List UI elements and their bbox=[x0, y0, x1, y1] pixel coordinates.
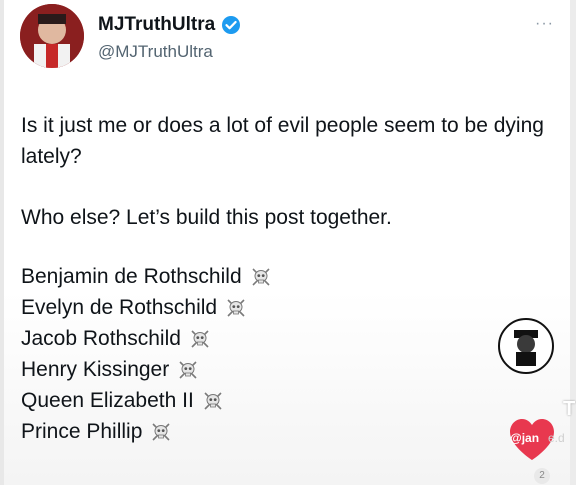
skull-crossbones-icon bbox=[250, 266, 272, 288]
skull-crossbones-icon bbox=[202, 390, 224, 412]
watermark-handle: @jan bbox=[510, 431, 540, 445]
overlay-avatar-image bbox=[501, 321, 551, 371]
more-options-icon[interactable]: ··· bbox=[535, 16, 554, 32]
skull-crossbones-icon bbox=[150, 421, 172, 443]
tweet-screenshot: MJTruthUltra @MJTruthUltra ··· Is it jus… bbox=[0, 0, 576, 485]
list-item: Evelyn de Rothschild bbox=[21, 292, 556, 323]
list-item: Prince Phillip bbox=[21, 416, 556, 447]
tweet-paragraph-call-to-action: Who else? Let’s build this post together… bbox=[21, 206, 392, 229]
list-item-name: Queen Elizabeth II bbox=[21, 389, 194, 412]
list-item: Queen Elizabeth II bbox=[21, 385, 556, 416]
list-item-name: Evelyn de Rothschild bbox=[21, 296, 218, 319]
skull-crossbones-icon bbox=[177, 359, 199, 381]
list-item-name: Jacob Rothschild bbox=[21, 327, 181, 350]
list-item-name: Benjamin de Rothschild bbox=[21, 265, 242, 288]
tweet-header: MJTruthUltra @MJTruthUltra ··· bbox=[20, 4, 560, 74]
tweet-paragraph-question: Is it just me or does a lot of evil peop… bbox=[21, 114, 544, 168]
tweet-body: Is it just me or does a lot of evil peop… bbox=[21, 110, 556, 447]
list-item: Jacob Rothschild bbox=[21, 323, 556, 354]
overlay-profile-avatar[interactable] bbox=[498, 318, 554, 374]
left-edge bbox=[0, 0, 4, 485]
overlay-edge-letter: T bbox=[563, 398, 576, 420]
list-item-name: Henry Kissinger bbox=[21, 358, 170, 381]
display-name[interactable]: MJTruthUltra bbox=[98, 14, 215, 36]
avatar-image bbox=[20, 4, 84, 68]
skull-crossbones-icon bbox=[189, 328, 211, 350]
list-item: Henry Kissinger bbox=[21, 354, 556, 385]
list-item: Benjamin de Rothschild bbox=[21, 261, 556, 292]
list-item-name: Prince Phillip bbox=[21, 420, 143, 443]
watermark-handle-tail: e.d bbox=[548, 431, 565, 445]
avatar[interactable] bbox=[20, 4, 84, 68]
names-list: Benjamin de Rothschild Evelyn de Rothsch… bbox=[21, 261, 556, 447]
user-handle[interactable]: @MJTruthUltra bbox=[98, 42, 213, 62]
skull-crossbones-icon bbox=[225, 297, 247, 319]
overlay-count-badge: 2 bbox=[534, 468, 550, 484]
verified-badge-icon bbox=[221, 15, 241, 35]
name-row: MJTruthUltra bbox=[98, 14, 241, 36]
